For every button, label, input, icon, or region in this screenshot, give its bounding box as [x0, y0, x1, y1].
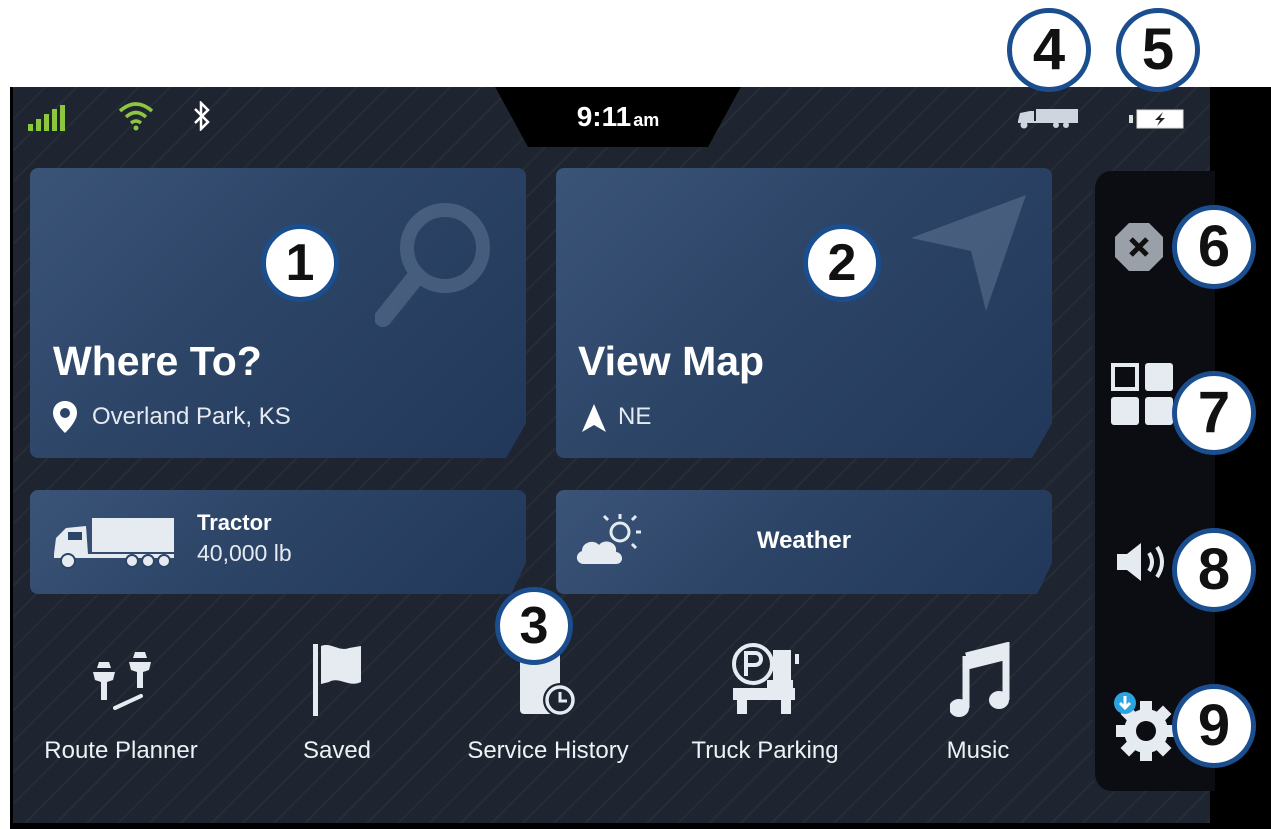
status-bar: 9:11 am [13, 87, 1210, 147]
callout-6: 6 [1172, 205, 1256, 289]
truck-parking-label: Truck Parking [691, 737, 839, 764]
bluetooth-icon [194, 101, 210, 131]
clock-time: 9:11 [576, 101, 632, 132]
navigation-arrow-icon [911, 195, 1026, 311]
pins-icon [93, 652, 151, 710]
truck-status-icon[interactable] [1016, 107, 1080, 129]
where-to-button[interactable]: Where To? Overland Park, KS [30, 168, 526, 458]
view-map-title: View Map [578, 338, 765, 384]
current-location: Overland Park, KS [92, 403, 291, 430]
device-screen: 9:11 am Where To? Overland Park, KS View… [10, 87, 1271, 829]
apps-icon[interactable] [1111, 363, 1173, 425]
vehicle-name: Tractor [197, 510, 272, 535]
settings-icon[interactable] [1111, 691, 1181, 761]
saved-label: Saved [302, 737, 372, 764]
vehicle-weight: 40,000 lb [197, 540, 292, 566]
callout-1: 1 [261, 224, 339, 302]
music-label: Music [946, 737, 1010, 764]
heading-arrow-icon [582, 404, 606, 432]
callout-7: 7 [1172, 371, 1256, 455]
search-icon [375, 203, 490, 327]
truck-parking-icon [732, 643, 799, 714]
service-history-label: Service History [467, 737, 629, 764]
callout-4: 4 [1007, 8, 1091, 92]
battery-icon [1129, 109, 1184, 129]
home-screen: 9:11 am Where To? Overland Park, KS View… [13, 87, 1210, 823]
clock-tab: 9:11 am [493, 87, 743, 147]
wifi-icon [118, 102, 154, 131]
callout-5: 5 [1116, 8, 1200, 92]
callout-2: 2 [803, 224, 881, 302]
volume-icon[interactable] [1117, 541, 1169, 583]
weather-button[interactable]: Weather [556, 490, 1052, 594]
callout-3: 3 [495, 587, 573, 665]
route-planner-label: Route Planner [44, 737, 198, 764]
location-pin-icon [53, 401, 77, 433]
where-to-title: Where To? [53, 338, 262, 384]
view-map-button[interactable]: View Map NE [556, 168, 1052, 458]
clock-ampm: am [633, 110, 660, 130]
vehicle-profile-button[interactable]: Tractor 40,000 lb [30, 490, 526, 594]
weather-label: Weather [756, 527, 852, 554]
clock: 9:11 am [493, 101, 743, 133]
flag-icon [313, 644, 361, 716]
callout-8: 8 [1172, 528, 1256, 612]
callout-9: 9 [1172, 684, 1256, 768]
music-note-icon [950, 642, 1010, 717]
truck-icon [54, 518, 174, 569]
stop-navigation-icon[interactable] [1115, 223, 1163, 271]
cellular-signal-icon [28, 105, 65, 131]
heading-direction: NE [618, 403, 652, 430]
